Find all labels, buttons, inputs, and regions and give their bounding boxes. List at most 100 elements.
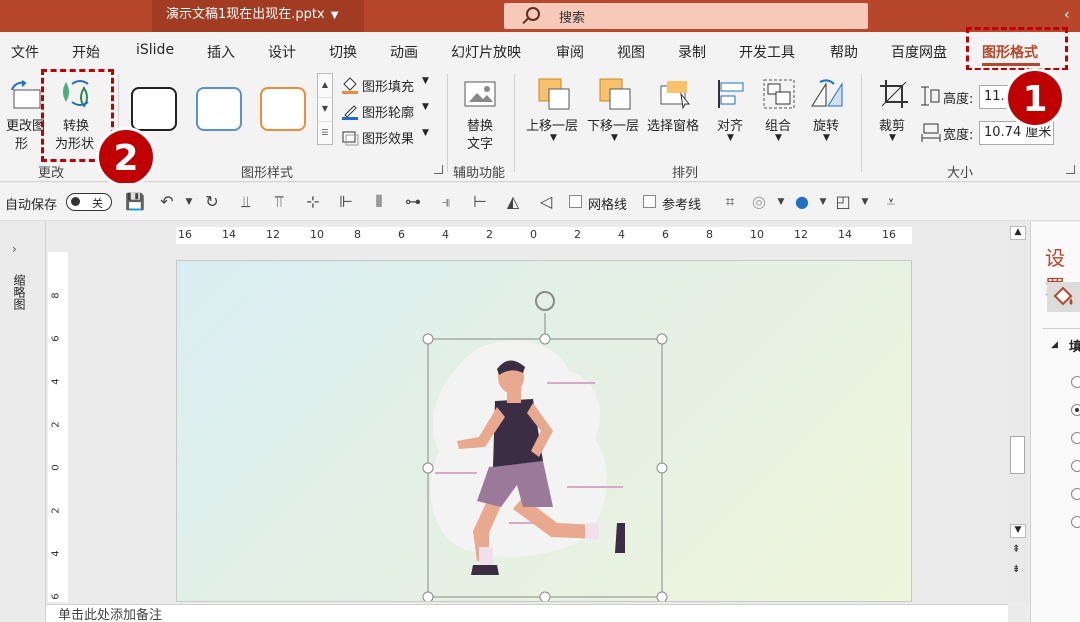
fill-option-radio[interactable]	[1071, 488, 1080, 500]
autosave-toggle[interactable]: 关	[66, 193, 112, 211]
fill-option-radio[interactable]	[1071, 432, 1080, 444]
fill-option-radio[interactable]	[1071, 376, 1080, 388]
crop-button[interactable]: 裁剪	[879, 115, 905, 134]
tab-insert[interactable]: 插入	[207, 42, 235, 62]
crop-icon[interactable]: ⌗	[719, 191, 741, 213]
chevron-down-icon[interactable]: ▼	[775, 133, 782, 143]
scroll-up-icon[interactable]: ▲	[318, 74, 332, 98]
chevron-down-icon[interactable]: ▼	[889, 133, 896, 143]
scroll-down-icon[interactable]: ▼	[318, 98, 332, 122]
tab-record[interactable]: 录制	[678, 42, 706, 62]
gallery-expand-icon[interactable]: ☰	[318, 122, 332, 146]
crop-icon[interactable]	[878, 78, 910, 114]
merge-shapes-icon[interactable]: ◎	[748, 191, 770, 213]
collapse-section-icon[interactable]: ◢	[1051, 340, 1058, 350]
distribute-vertical-icon[interactable]: ⊶	[402, 191, 424, 213]
align-bottom-icon[interactable]: ⫫	[235, 191, 257, 213]
tab-developer[interactable]: 开发工具	[739, 42, 795, 62]
tab-islide[interactable]: iSlide	[136, 42, 174, 58]
align-icon[interactable]	[716, 78, 748, 114]
send-backward-icon[interactable]	[598, 77, 632, 115]
tab-animations[interactable]: 动画	[390, 42, 418, 62]
align-top-icon[interactable]: ⫪	[268, 191, 290, 213]
vertical-scrollbar[interactable]: ▲ ▼ ⇞ ⇟	[1008, 222, 1028, 602]
gridlines-checkbox[interactable]	[569, 195, 582, 208]
tab-view[interactable]: 视图	[617, 42, 645, 62]
chevron-down-icon[interactable]: ▼	[422, 76, 429, 86]
dialog-launcher-icon[interactable]	[1066, 165, 1075, 174]
chevron-down-icon[interactable]: ▼	[854, 191, 876, 213]
shape-outline-button[interactable]: 图形轮廓	[362, 102, 414, 121]
tab-home[interactable]: 开始	[72, 42, 100, 62]
tab-review[interactable]: 审阅	[556, 42, 584, 62]
scroll-down-icon[interactable]: ▼	[1010, 524, 1026, 538]
scrollbar-thumb[interactable]	[1010, 436, 1025, 474]
dialog-launcher-icon[interactable]	[434, 165, 443, 174]
alt-text-label-1[interactable]: 替换	[467, 115, 493, 134]
tab-file[interactable]: 文件	[11, 42, 39, 62]
shape-style-swatch-blue[interactable]	[196, 87, 242, 131]
selection-pane-button[interactable]: 选择窗格	[647, 115, 699, 134]
rotate-button[interactable]: 旋转	[813, 115, 839, 134]
shape-fill-color-icon[interactable]: ●	[791, 191, 813, 213]
tab-design[interactable]: 设计	[268, 42, 296, 62]
fill-option-radio[interactable]	[1071, 516, 1080, 528]
scroll-up-icon[interactable]: ▲	[1010, 226, 1026, 240]
align-left-icon[interactable]: ⊢	[469, 191, 491, 213]
fill-option-radio-selected[interactable]	[1071, 404, 1080, 416]
align-middle-icon[interactable]: ⊹	[302, 191, 324, 213]
chevron-down-icon[interactable]: ▼	[550, 133, 557, 143]
chevron-down-icon[interactable]: ▼	[611, 133, 618, 143]
chevron-down-icon[interactable]: ▼	[422, 102, 429, 112]
bring-forward-button[interactable]: 上移一层	[526, 115, 578, 134]
align-button[interactable]: 对齐	[717, 115, 743, 134]
tab-baidu-netdisk[interactable]: 百度网盘	[891, 42, 947, 62]
undo-icon[interactable]: ↶	[156, 191, 178, 213]
tab-slideshow[interactable]: 幻灯片放映	[451, 42, 521, 62]
chevron-down-icon[interactable]: ▼	[770, 191, 792, 213]
change-shape-label-1[interactable]: 更改图	[6, 115, 45, 134]
guides-checkbox[interactable]	[643, 195, 656, 208]
previous-slide-icon[interactable]: ⇞	[1012, 544, 1020, 555]
fill-line-tab[interactable]	[1047, 282, 1080, 312]
align-center-icon[interactable]: ⊩	[335, 191, 357, 213]
slide-canvas[interactable]	[176, 260, 912, 602]
fill-section-title[interactable]: 填	[1069, 336, 1080, 355]
distribute-horizontal-icon[interactable]: ⫴	[368, 191, 390, 213]
chevron-down-icon[interactable]: ▼	[812, 191, 834, 213]
chevron-down-icon[interactable]: ▼	[178, 191, 200, 213]
selection-pane-icon[interactable]	[659, 80, 693, 114]
change-shape-label-2[interactable]: 形	[15, 133, 28, 152]
group-objects-icon[interactable]	[762, 78, 796, 114]
customize-toolbar-icon[interactable]: ⩡	[880, 191, 902, 213]
save-icon[interactable]: 💾	[124, 191, 146, 213]
bring-forward-icon[interactable]	[537, 77, 571, 115]
fill-option-radio[interactable]	[1071, 460, 1080, 472]
shape-outline-color-icon[interactable]: ◰	[832, 191, 854, 213]
thumbnails-label[interactable]: 缩略图	[11, 274, 28, 310]
shape-effects-button[interactable]: 图形效果	[362, 128, 414, 147]
notes-area[interactable]: 单击此处添加备注	[46, 604, 1008, 622]
shape-style-swatch-black[interactable]	[131, 87, 177, 131]
align-right-icon[interactable]: ⫣	[435, 191, 457, 213]
group-button[interactable]: 组合	[765, 115, 791, 134]
search-box[interactable]: 搜索	[504, 3, 868, 29]
chevron-down-icon[interactable]: ▼	[823, 133, 830, 143]
rotate-icon[interactable]	[810, 78, 844, 114]
edit-shape-icon[interactable]	[9, 80, 45, 118]
next-slide-icon[interactable]: ⇟	[1012, 564, 1020, 575]
send-backward-button[interactable]: 下移一层	[587, 115, 639, 134]
redo-icon[interactable]: ↻	[201, 191, 223, 213]
alt-text-label-2[interactable]: 文字	[467, 133, 493, 152]
flip-vertical-icon[interactable]: ◁	[535, 191, 557, 213]
expand-pane-icon[interactable]: ›	[12, 242, 17, 256]
document-title[interactable]: 演示文稿1现在出现在.pptx ▼	[152, 0, 364, 32]
shape-fill-button[interactable]: 图形填充	[362, 76, 414, 95]
chevron-down-icon[interactable]: ▼	[422, 128, 429, 138]
shape-style-swatch-orange[interactable]	[260, 87, 306, 131]
flip-horizontal-icon[interactable]: ◭	[502, 191, 524, 213]
style-gallery-scroll[interactable]: ▲ ▼ ☰	[317, 73, 333, 145]
runner-illustration[interactable]	[177, 261, 912, 602]
tab-transitions[interactable]: 切换	[329, 42, 357, 62]
chevron-down-icon[interactable]: ▼	[727, 133, 734, 143]
